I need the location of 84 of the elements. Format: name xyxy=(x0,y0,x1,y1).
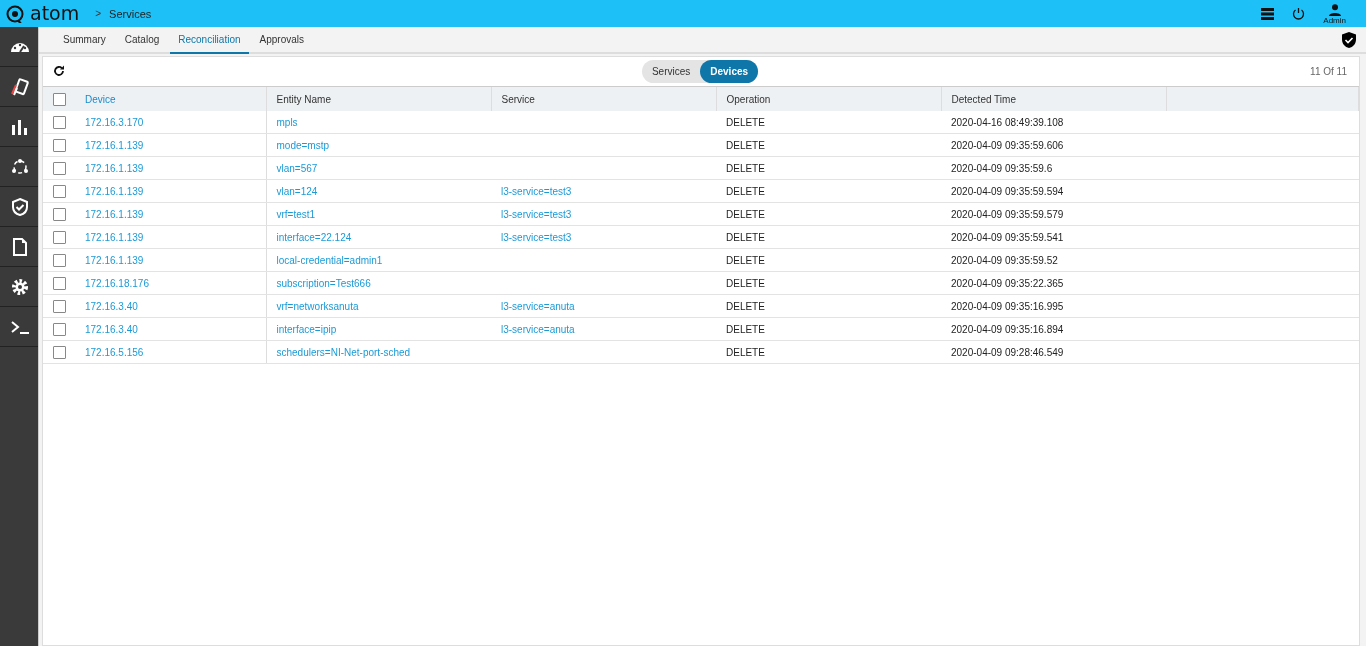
entity-link[interactable]: interface=22.124 xyxy=(276,231,352,243)
tab[interactable]: Summary xyxy=(55,27,114,54)
column-header[interactable]: Operation xyxy=(726,93,771,105)
row-checkbox[interactable] xyxy=(53,345,66,359)
record-count: 11 Of 11 xyxy=(1309,66,1347,77)
time-cell: 2020-04-09 09:35:59.606 xyxy=(951,139,1064,151)
time-cell: 2020-04-09 09:35:22.365 xyxy=(951,277,1064,289)
device-link[interactable]: 172.16.1.139 xyxy=(85,231,144,243)
entity-link[interactable]: subscription=Test666 xyxy=(276,277,371,289)
breadcrumb-separator: > xyxy=(95,8,102,19)
operation-cell: DELETE xyxy=(726,231,765,243)
time-cell: 2020-04-09 09:35:59.579 xyxy=(951,208,1064,220)
select-all-checkbox[interactable] xyxy=(53,92,66,106)
entity-link[interactable]: vrf=networksanuta xyxy=(276,300,359,312)
service-link[interactable]: l3-service=test3 xyxy=(501,185,572,197)
view-toggle-option[interactable]: Services xyxy=(641,60,701,83)
row-checkbox[interactable] xyxy=(53,115,66,129)
device-link[interactable]: 172.16.5.156 xyxy=(85,346,144,358)
logo-icon xyxy=(6,4,24,23)
refresh-icon[interactable] xyxy=(53,64,65,77)
tab[interactable]: Approvals xyxy=(251,27,312,54)
row-checkbox[interactable] xyxy=(53,161,66,175)
time-cell: 2020-04-09 09:28:46.549 xyxy=(951,346,1064,358)
row-checkbox[interactable] xyxy=(53,207,66,221)
operation-cell: DELETE xyxy=(726,277,765,289)
column-header[interactable]: Detected Time xyxy=(951,93,1016,105)
time-cell: 2020-04-16 08:49:39.108 xyxy=(951,116,1064,128)
entity-link[interactable]: mode=mstp xyxy=(276,139,330,151)
device-link[interactable]: 172.16.1.139 xyxy=(85,208,144,220)
device-link[interactable]: 172.16.1.139 xyxy=(85,185,144,197)
device-link[interactable]: 172.16.1.139 xyxy=(85,162,144,174)
user-icon[interactable] xyxy=(1328,4,1341,16)
operation-cell: DELETE xyxy=(726,162,765,174)
service-link[interactable]: l3-service=anuta xyxy=(501,323,575,335)
entity-link[interactable]: mpls xyxy=(276,116,298,128)
time-cell: 2020-04-09 09:35:59.6 xyxy=(951,162,1053,174)
tab[interactable]: Catalog xyxy=(116,27,168,54)
time-cell: 2020-04-09 09:35:59.541 xyxy=(951,231,1064,243)
device-link[interactable]: 172.16.18.176 xyxy=(85,277,149,289)
entity-link[interactable]: local-credential=admin1 xyxy=(276,254,383,266)
column-header[interactable]: Device xyxy=(85,93,116,105)
device-link[interactable]: 172.16.3.40 xyxy=(85,300,138,312)
time-cell: 2020-04-09 09:35:16.995 xyxy=(951,300,1064,312)
operation-cell: DELETE xyxy=(726,208,765,220)
tab[interactable]: Reconciliation xyxy=(170,27,249,54)
server-icon[interactable] xyxy=(1261,7,1275,20)
time-cell: 2020-04-09 09:35:16.894 xyxy=(951,323,1064,335)
operation-cell: DELETE xyxy=(726,346,765,358)
operation-cell: DELETE xyxy=(726,254,765,266)
row-checkbox[interactable] xyxy=(53,184,66,198)
operation-cell: DELETE xyxy=(726,185,765,197)
service-link[interactable]: l3-service=test3 xyxy=(501,231,572,243)
service-link[interactable]: l3-service=test3 xyxy=(501,208,572,220)
operation-cell: DELETE xyxy=(726,300,765,312)
entity-link[interactable]: vlan=124 xyxy=(276,185,318,197)
entity-link[interactable]: vlan=567 xyxy=(276,162,318,174)
column-header[interactable]: Service xyxy=(501,93,535,105)
time-cell: 2020-04-09 09:35:59.594 xyxy=(951,185,1064,197)
column-header[interactable]: Entity Name xyxy=(276,93,331,105)
device-link[interactable]: 172.16.1.139 xyxy=(85,139,144,151)
time-cell: 2020-04-09 09:35:59.52 xyxy=(951,254,1058,266)
breadcrumb[interactable]: Services xyxy=(109,7,152,20)
service-link[interactable]: l3-service=anuta xyxy=(501,300,575,312)
row-checkbox[interactable] xyxy=(53,253,66,267)
operation-cell: DELETE xyxy=(726,116,765,128)
entity-link[interactable]: interface=ipip xyxy=(276,323,337,335)
power-icon[interactable] xyxy=(1292,7,1306,20)
shield-check-icon[interactable] xyxy=(1342,31,1356,48)
operation-cell: DELETE xyxy=(726,323,765,335)
cards-icon[interactable] xyxy=(8,76,30,97)
device-link[interactable]: 172.16.3.170 xyxy=(85,116,144,128)
view-toggle-option[interactable]: Devices xyxy=(700,60,759,83)
device-link[interactable]: 172.16.1.139 xyxy=(85,254,144,266)
row-checkbox[interactable] xyxy=(53,230,66,244)
row-checkbox[interactable] xyxy=(53,276,66,290)
operation-cell: DELETE xyxy=(726,139,765,151)
row-checkbox[interactable] xyxy=(53,322,66,336)
entity-link[interactable]: schedulers=NI-Net-port-sched xyxy=(276,346,411,358)
row-checkbox[interactable] xyxy=(53,138,66,152)
entity-link[interactable]: vrf=test1 xyxy=(276,208,316,220)
row-checkbox[interactable] xyxy=(53,299,66,313)
device-link[interactable]: 172.16.3.40 xyxy=(85,323,138,335)
logo-text: atom xyxy=(30,4,80,23)
user-name: Admin xyxy=(1323,16,1346,25)
